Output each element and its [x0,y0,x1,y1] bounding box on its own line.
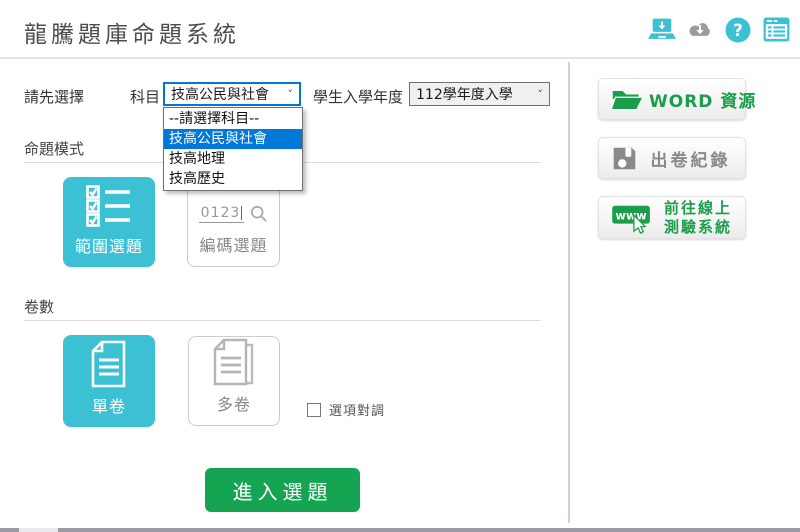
subject-select[interactable]: 技高公民與社會 ˅ [163,82,301,106]
swap-options-checkbox[interactable] [307,403,321,417]
single-paper-button[interactable]: 單卷 [63,335,155,427]
word-resource-label: WORD 資源 [649,87,756,112]
page-title: 龍騰題庫命題系統 [24,15,240,49]
exam-record-label: 出卷紀錄 [644,146,737,171]
subject-option-placeholder[interactable]: --請選擇科目-- [164,109,302,129]
code-select-label: 編碼選題 [199,232,267,256]
subject-option-geography[interactable]: 技高地理 [164,149,302,169]
www-cursor-icon: www [611,202,653,234]
horizontal-scrollbar-left-button[interactable] [0,528,19,532]
subject-select-value: 技高公民與社會 [171,84,269,104]
subject-dropdown-list: --請選擇科目-- 技高公民與社會 技高地理 技高歷史 [163,107,303,191]
subject-option-civics[interactable]: 技高公民與社會 [164,129,302,149]
laptop-download-icon[interactable] [648,16,676,43]
paper-section-title: 卷數 [24,296,54,317]
swap-options-label: 選項對調 [329,400,385,419]
code-search-value: 0123 [201,205,241,221]
swap-options-checkbox-row[interactable]: 選項對調 [307,400,385,419]
select-first-prompt: 請先選擇 [24,86,84,107]
text-cursor [241,206,242,220]
subject-option-history[interactable]: 技高歷史 [164,169,302,189]
range-select-label: 範圍選題 [75,233,143,257]
range-select-mode-button[interactable]: 範圍選題 [63,177,155,267]
entry-year-select[interactable]: 112學年度入學 ˅ [409,82,550,106]
online-test-system-button[interactable]: www 前往線上 測驗系統 [598,196,746,239]
online-test-system-label: 前往線上 測驗系統 [659,199,737,237]
chevron-down-icon: ˅ [538,88,544,101]
vertical-divider [568,62,570,523]
entry-year-label: 學生入學年度 [313,86,403,107]
folder-open-icon [611,86,643,112]
subject-label: 科目 [130,86,160,107]
svg-text:www: www [615,209,647,222]
enter-selection-button[interactable]: 進入選題 [205,468,360,512]
online-test-line1: 前往線上 [664,199,732,217]
floppy-disk-icon [611,145,638,172]
header-icon-group: ? [648,16,790,43]
mode-section-title: 命題模式 [24,138,84,159]
entry-year-select-value: 112學年度入學 [416,84,513,104]
search-icon [250,205,268,223]
single-document-icon [89,340,129,388]
horizontal-scrollbar-thumb[interactable] [58,528,800,532]
word-resource-button[interactable]: WORD 資源 [598,78,746,120]
chevron-down-icon: ˅ [288,88,294,101]
help-icon[interactable]: ? [724,16,752,43]
multi-paper-label: 多卷 [217,391,251,415]
checklist-icon [86,185,132,227]
header-bar: 龍騰題庫命題系統 [0,0,800,59]
multi-document-icon [211,338,257,386]
exam-records-window-icon[interactable] [762,16,790,43]
multi-paper-button[interactable]: 多卷 [188,336,280,426]
app-window: 龍騰題庫命題系統 [0,0,800,532]
online-test-line2: 測驗系統 [664,218,732,236]
paper-section-divider [24,320,541,321]
exam-record-button[interactable]: 出卷紀錄 [598,137,746,179]
single-paper-label: 單卷 [92,393,126,417]
svg-text:?: ? [733,21,743,41]
code-search-input[interactable]: 0123 [199,205,245,223]
cloud-download-icon[interactable] [686,16,714,43]
